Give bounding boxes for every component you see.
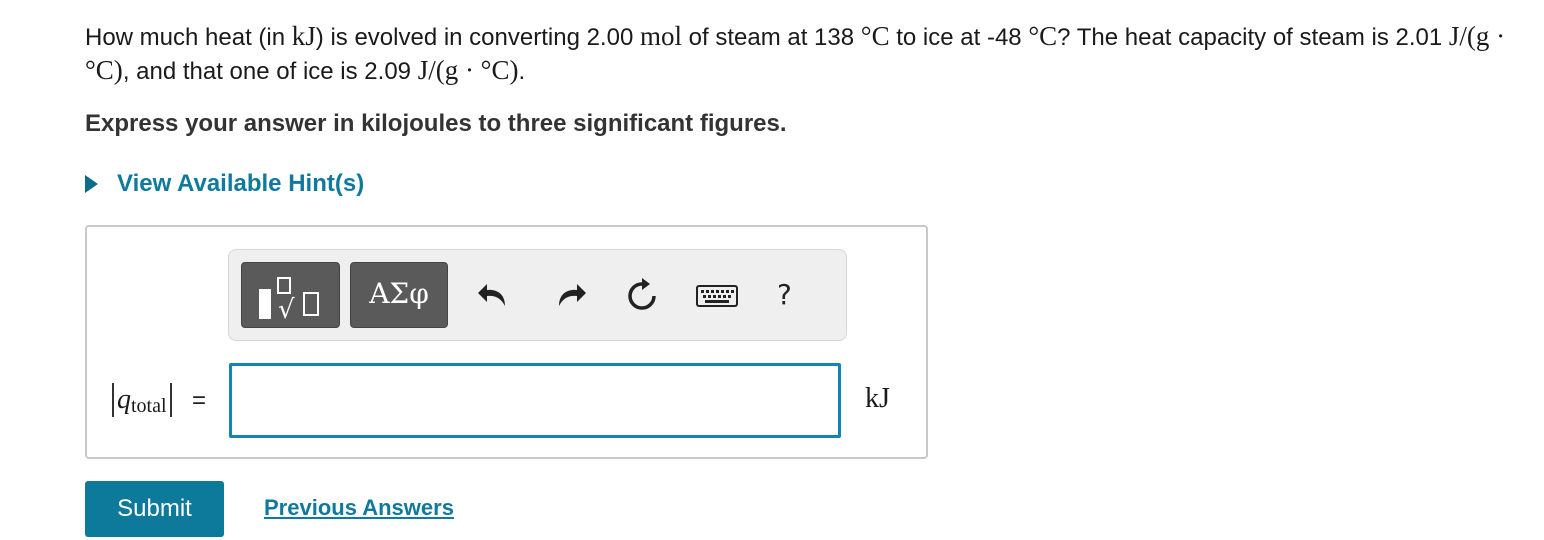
submit-button[interactable]: Submit xyxy=(85,481,224,537)
caret-right-icon xyxy=(85,175,98,193)
reset-icon[interactable] xyxy=(622,276,662,316)
unit-mol: mol xyxy=(639,21,682,51)
answer-unit: kJ xyxy=(865,383,890,414)
undo-icon[interactable] xyxy=(475,276,515,316)
unit-celsius: °C xyxy=(860,21,890,51)
equals-sign: = xyxy=(192,387,207,414)
answer-variable: q xyxy=(117,384,131,415)
abs-bar-right xyxy=(169,383,172,417)
unit-kj: kJ xyxy=(291,21,316,51)
answer-panel: √ ΑΣφ ? q total = kJ xyxy=(85,225,928,459)
abs-bar-left xyxy=(112,383,114,417)
answer-variable-subscript: total xyxy=(131,394,167,417)
question-fragment: of steam at 138 xyxy=(681,24,861,51)
answer-label: q total xyxy=(109,383,175,417)
question-fragment: . xyxy=(518,58,526,85)
greek-symbols-button[interactable]: ΑΣφ xyxy=(350,262,448,328)
templates-icon: √ xyxy=(259,277,319,325)
redo-icon[interactable] xyxy=(549,276,589,316)
templates-button[interactable]: √ xyxy=(241,262,340,328)
question-fragment: ? The heat capacity of steam is 2.01 xyxy=(1057,24,1449,51)
help-icon[interactable]: ? xyxy=(777,278,792,311)
previous-answers-link[interactable]: Previous Answers xyxy=(264,495,454,521)
question-fragment: to ice at -48 xyxy=(889,24,1029,51)
question-fragment: How much heat (in xyxy=(85,24,292,51)
svg-text:√: √ xyxy=(278,295,295,325)
unit-celsius: °C xyxy=(1028,21,1058,51)
unit-heat-capacity: J/(g · °C) xyxy=(417,55,519,85)
question-text: How much heat (in kJ) is evolved in conv… xyxy=(85,20,1535,88)
question-fragment: , and that one of ice is 2.09 xyxy=(122,58,418,85)
question-fragment: ) is evolved in converting 2.00 xyxy=(315,24,640,51)
view-hints-label: View Available Hint(s) xyxy=(117,170,365,197)
view-hints-toggle[interactable]: View Available Hint(s) xyxy=(85,170,364,198)
keyboard-icon[interactable] xyxy=(695,276,739,316)
instruction-text: Express your answer in kilojoules to thr… xyxy=(85,110,787,137)
answer-input[interactable] xyxy=(229,363,841,438)
math-toolbar: √ ΑΣφ ? xyxy=(228,249,847,341)
greek-symbols-label: ΑΣφ xyxy=(369,277,429,310)
